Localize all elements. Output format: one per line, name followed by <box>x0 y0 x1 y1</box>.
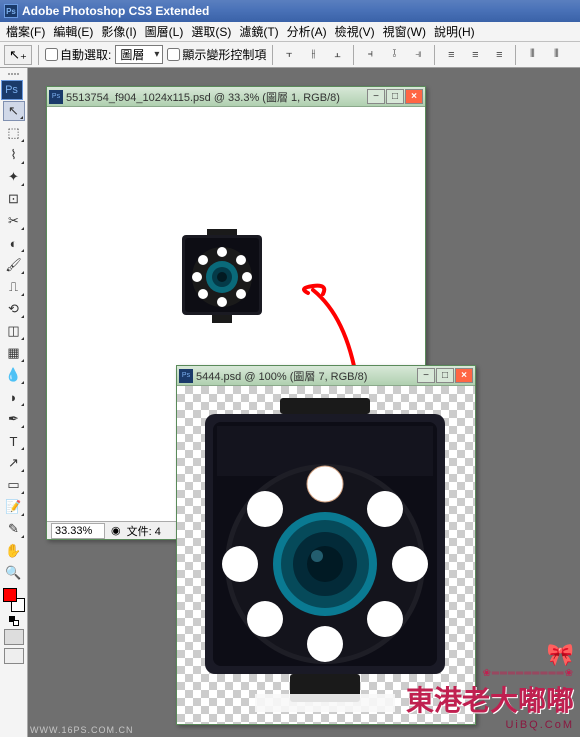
ps-doc-icon: Ps <box>179 369 193 383</box>
panel-grip[interactable] <box>2 70 26 78</box>
doc1-minimize-button[interactable]: − <box>367 89 385 104</box>
auto-select-checkbox[interactable]: 自動選取: <box>45 46 111 63</box>
divider <box>434 45 435 65</box>
align-left-icon[interactable]: ⫞ <box>360 46 380 64</box>
doc2-minimize-button[interactable]: − <box>417 368 435 383</box>
doc2-titlebar[interactable]: Ps 5444.psd @ 100% (圖層 7, RGB/8) − □ × <box>177 366 475 386</box>
menu-edit[interactable]: 編輯(E) <box>49 21 97 42</box>
blur-tool[interactable]: 💧 <box>3 365 25 385</box>
notes-tool[interactable]: 📝 <box>3 497 25 517</box>
menu-select[interactable]: 選取(S) <box>187 21 235 42</box>
tool-panel: Ps ↖ ⬚ ⌇ ✦ ⊡ ✂ ◐ 🖌 ⎍ ⟲ ◫ ▦ 💧 ◗ ✒ T ↗ ▭ 📝… <box>0 68 28 737</box>
lasso-tool[interactable]: ⌇ <box>3 145 25 165</box>
distribute-bottom-icon[interactable]: ≡ <box>489 46 509 64</box>
doc1-title: 5513754_f904_1024x115.psd @ 33.3% (圖層 1,… <box>66 89 367 105</box>
slice-tool[interactable]: ✂ <box>3 211 25 231</box>
menu-image[interactable]: 影像(I) <box>97 21 140 42</box>
path-tool[interactable]: ↗ <box>3 453 25 473</box>
doc1-titlebar[interactable]: Ps 5513754_f904_1024x115.psd @ 33.3% (圖層… <box>47 87 425 107</box>
align-bottom-icon[interactable]: ⫠ <box>327 46 347 64</box>
menu-view[interactable]: 檢視(V) <box>331 21 379 42</box>
color-swatches[interactable] <box>3 588 25 612</box>
brush-tool[interactable]: 🖌 <box>3 255 25 275</box>
document-window-2[interactable]: Ps 5444.psd @ 100% (圖層 7, RGB/8) − □ × <box>176 365 476 725</box>
app-icon: Ps <box>4 4 18 18</box>
hand-tool[interactable]: ✋ <box>3 541 25 561</box>
eyedropper-tool[interactable]: ✎ <box>3 519 25 539</box>
doc1-file-info: 文件: 4 <box>127 523 161 539</box>
distribute-top-icon[interactable]: ≡ <box>441 46 461 64</box>
current-tool-indicator[interactable]: ↖₊ <box>4 45 32 65</box>
distribute-hcenter-icon[interactable]: ⦀ <box>546 46 566 64</box>
dodge-tool[interactable]: ◗ <box>3 387 25 407</box>
auto-select-label: 自動選取: <box>60 46 111 63</box>
menu-file[interactable]: 檔案(F) <box>2 21 49 42</box>
pen-tool[interactable]: ✒ <box>3 409 25 429</box>
menu-analysis[interactable]: 分析(A) <box>283 21 331 42</box>
shape-tool[interactable]: ▭ <box>3 475 25 495</box>
doc1-zoom-icon[interactable]: ◉ <box>111 524 121 537</box>
move-tool[interactable]: ↖ <box>3 101 25 121</box>
camera-image-small <box>177 227 267 327</box>
show-transform-checkbox[interactable]: 顯示變形控制項 <box>167 46 266 63</box>
doc1-close-button[interactable]: × <box>405 89 423 104</box>
distribute-vcenter-icon[interactable]: ≡ <box>465 46 485 64</box>
menu-help[interactable]: 說明(H) <box>430 21 479 42</box>
doc2-maximize-button[interactable]: □ <box>436 368 454 383</box>
menu-layer[interactable]: 圖層(L) <box>141 21 188 42</box>
menubar: 檔案(F) 編輯(E) 影像(I) 圖層(L) 選取(S) 濾鏡(T) 分析(A… <box>0 22 580 42</box>
distribute-left-icon[interactable]: ⦀ <box>522 46 542 64</box>
ps-logo-icon: Ps <box>1 80 23 100</box>
workspace: Ps 5513754_f904_1024x115.psd @ 33.3% (圖層… <box>28 68 580 737</box>
eraser-tool[interactable]: ◫ <box>3 321 25 341</box>
show-transform-label: 顯示變形控制項 <box>182 46 266 63</box>
app-titlebar: Ps Adobe Photoshop CS3 Extended <box>0 0 580 22</box>
app-title: Adobe Photoshop CS3 Extended <box>22 4 209 18</box>
align-hcenter-icon[interactable]: ⫱ <box>384 46 404 64</box>
zoom-tool[interactable]: 🔍 <box>3 563 25 583</box>
default-colors-icon[interactable] <box>9 616 19 626</box>
divider <box>272 45 273 65</box>
menu-window[interactable]: 視窗(W) <box>379 21 430 42</box>
doc2-close-button[interactable]: × <box>455 368 473 383</box>
gradient-tool[interactable]: ▦ <box>3 343 25 363</box>
ps-doc-icon: Ps <box>49 90 63 104</box>
wand-tool[interactable]: ✦ <box>3 167 25 187</box>
align-right-icon[interactable]: ⫣ <box>408 46 428 64</box>
heal-tool[interactable]: ◐ <box>3 233 25 253</box>
auto-select-dropdown[interactable]: 圖層 <box>115 45 163 64</box>
type-tool[interactable]: T <box>3 431 25 451</box>
quickmask-toggle[interactable] <box>4 629 24 645</box>
footer-watermark: WWW.16PS.COM.CN <box>30 725 134 735</box>
doc2-canvas[interactable] <box>177 386 475 724</box>
camera-image-large <box>195 394 455 714</box>
crop-tool[interactable]: ⊡ <box>3 189 25 209</box>
doc1-maximize-button[interactable]: □ <box>386 89 404 104</box>
divider <box>515 45 516 65</box>
divider <box>38 45 39 65</box>
doc2-title: 5444.psd @ 100% (圖層 7, RGB/8) <box>196 368 417 384</box>
stamp-tool[interactable]: ⎍ <box>3 277 25 297</box>
screenmode-toggle[interactable] <box>4 648 24 664</box>
doc1-zoom-field[interactable]: 33.33% <box>51 523 105 539</box>
menu-filter[interactable]: 濾鏡(T) <box>235 21 282 42</box>
divider <box>353 45 354 65</box>
marquee-tool[interactable]: ⬚ <box>3 123 25 143</box>
align-top-icon[interactable]: ⫟ <box>279 46 299 64</box>
options-bar: ↖₊ 自動選取: 圖層 顯示變形控制項 ⫟ ⫲ ⫠ ⫞ ⫱ ⫣ ≡ ≡ ≡ ⦀ … <box>0 42 580 68</box>
foreground-color[interactable] <box>3 588 17 602</box>
align-vcenter-icon[interactable]: ⫲ <box>303 46 323 64</box>
history-brush-tool[interactable]: ⟲ <box>3 299 25 319</box>
